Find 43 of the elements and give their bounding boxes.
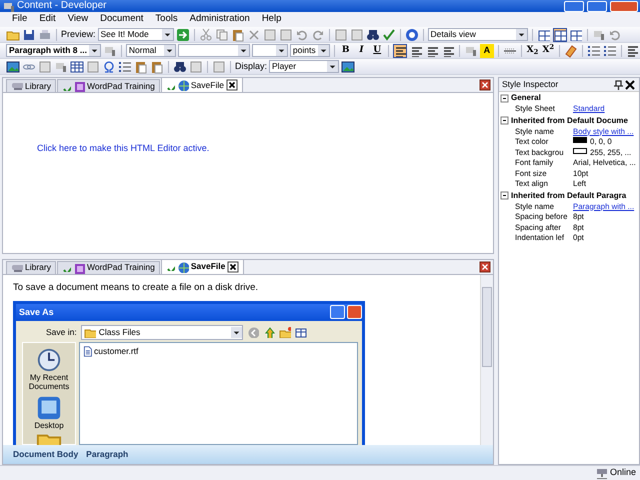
view-select[interactable]: Details view: [428, 28, 528, 41]
menu-item[interactable]: Help: [256, 12, 288, 27]
document-entry[interactable]: customer.rtf: [82, 344, 355, 358]
document-tab[interactable]: SaveFile: [160, 258, 244, 274]
menu-item[interactable]: Document: [94, 12, 150, 27]
folder-select[interactable]: Class Files: [80, 324, 243, 340]
subscript-button[interactable]: X$_{2}$: [526, 44, 540, 58]
editor-activate-link[interactable]: Click here to make this HTML Editor active.: [37, 143, 210, 153]
body-text: To save a document means to create a file on a disk drive.: [12, 280, 260, 295]
display-label: Display:: [235, 60, 268, 73]
connection-status: Online: [610, 466, 636, 480]
breadcrumb-item[interactable]: Paragraph: [86, 448, 128, 461]
menu-item[interactable]: Edit: [33, 12, 62, 27]
format-button[interactable]: U: [370, 44, 384, 58]
paragraph-style-select[interactable]: Paragraph with 8 ...: [6, 44, 101, 57]
places-item[interactable]: My Recent Documents: [24, 346, 74, 391]
document-tab[interactable]: Library: [6, 79, 56, 92]
breadcrumb-item[interactable]: Document Body: [13, 448, 78, 461]
group-title: Inherited from Default Docume: [511, 114, 628, 126]
superscript-button[interactable]: X$^{2}$: [541, 44, 556, 58]
document-tab[interactable]: SaveFile: [160, 77, 243, 92]
format-button[interactable]: B: [338, 44, 353, 58]
group-title: Inherited from Default Paragra: [511, 190, 626, 202]
menu-item[interactable]: View: [62, 12, 94, 27]
style-select[interactable]: Normal: [126, 44, 176, 57]
menu-item[interactable]: Administration: [184, 12, 256, 27]
menu-item[interactable]: Tools: [149, 12, 184, 27]
menu-item[interactable]: File: [6, 12, 34, 27]
group-title: General: [511, 92, 541, 104]
save-in-label: Save in:: [46, 326, 77, 339]
font-color-button[interactable]: A: [480, 44, 494, 58]
panel-title: Style Inspector: [502, 78, 558, 91]
preview-label: Preview:: [61, 28, 96, 41]
document-tab[interactable]: WordPad Training: [56, 260, 160, 274]
preview-mode-select[interactable]: See It! Mode: [98, 28, 174, 41]
format-button[interactable]: I: [354, 44, 368, 58]
document-tab[interactable]: Library: [6, 260, 56, 274]
dialog-title: Save As: [19, 306, 54, 319]
unit-select[interactable]: points: [290, 44, 330, 57]
places-item[interactable]: Desktop: [24, 394, 74, 430]
document-tab[interactable]: WordPad Training: [56, 79, 160, 92]
window-title: Content - Developer: [17, 0, 106, 12]
display-select[interactable]: Player: [269, 60, 340, 73]
